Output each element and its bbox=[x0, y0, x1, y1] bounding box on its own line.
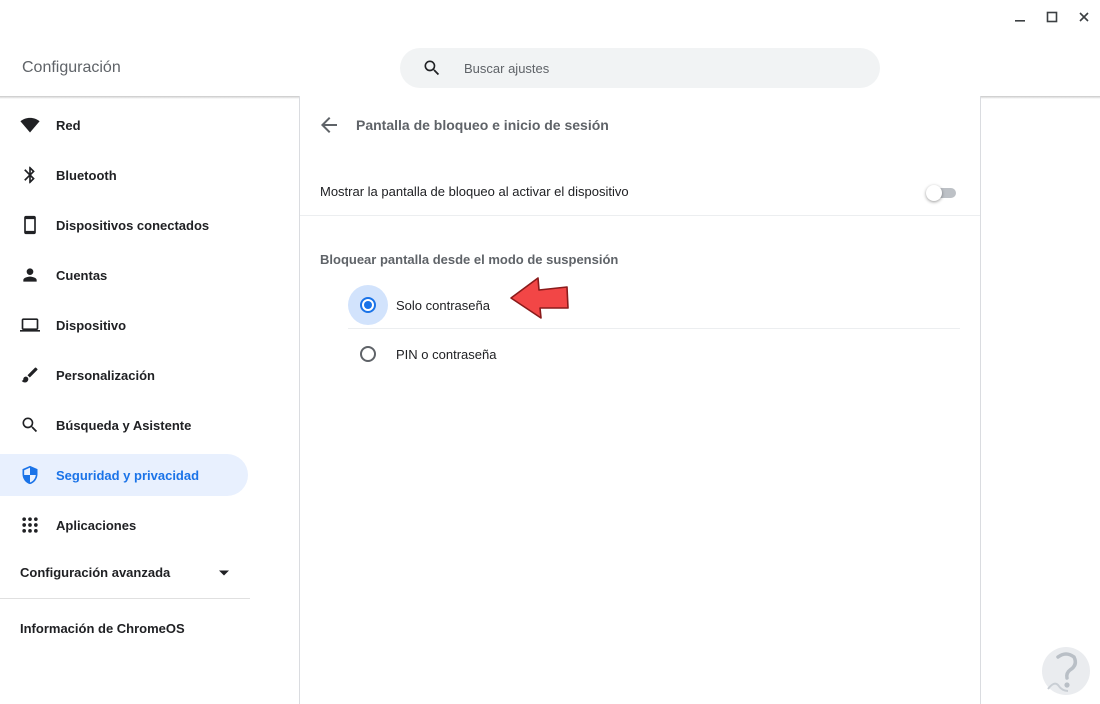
sidebar-item-label: Red bbox=[56, 118, 81, 133]
sidebar: Red Bluetooth Dispositivos conectados Cu… bbox=[0, 99, 250, 704]
phone-icon bbox=[24, 215, 36, 235]
search-icon bbox=[424, 60, 440, 76]
wifi-icon bbox=[20, 117, 40, 133]
lock-screen-toggle[interactable] bbox=[926, 185, 958, 201]
brush-icon bbox=[21, 367, 38, 383]
advanced-settings-label: Configuración avanzada bbox=[20, 565, 171, 580]
sidebar-item-personalizacion[interactable]: Personalización bbox=[0, 354, 248, 396]
radio-option-password-only[interactable]: Solo contraseña bbox=[348, 281, 960, 329]
search-box[interactable] bbox=[400, 48, 880, 88]
sidebar-item-aplicaciones[interactable]: Aplicaciones bbox=[0, 504, 248, 546]
sidebar-item-bluetooth[interactable]: Bluetooth bbox=[0, 154, 248, 196]
page-title: Pantalla de bloqueo e inicio de sesión bbox=[356, 117, 609, 133]
sidebar-item-label: Dispositivo bbox=[56, 318, 127, 333]
sidebar-item-seguridad-privacidad[interactable]: Seguridad y privacidad bbox=[0, 454, 248, 496]
sidebar-item-red[interactable]: Red bbox=[0, 104, 248, 146]
sleep-section-label: Bloquear pantalla desde el modo de suspe… bbox=[320, 252, 619, 267]
sidebar-item-busqueda-asistente[interactable]: Búsqueda y Asistente bbox=[0, 404, 248, 446]
radio-label: PIN o contraseña bbox=[396, 347, 497, 362]
sidebar-item-label: Bluetooth bbox=[56, 168, 117, 183]
about-chromeos-label: Información de ChromeOS bbox=[20, 621, 185, 636]
sidebar-divider bbox=[0, 598, 250, 599]
annotation-arrow-icon bbox=[510, 277, 569, 319]
radio-button-unchecked[interactable] bbox=[360, 346, 376, 362]
sidebar-item-label: Cuentas bbox=[56, 268, 108, 283]
sidebar-item-label: Personalización bbox=[56, 368, 155, 383]
sidebar-item-label: Aplicaciones bbox=[56, 518, 137, 533]
lock-screen-label: Mostrar la pantalla de bloqueo al activa… bbox=[320, 184, 629, 199]
about-chromeos-link[interactable]: Información de ChromeOS bbox=[0, 607, 250, 649]
radio-dot bbox=[364, 301, 372, 309]
caret-down-icon bbox=[219, 570, 229, 576]
header: Configuración bbox=[0, 34, 1100, 96]
sidebar-item-cuentas[interactable]: Cuentas bbox=[0, 254, 248, 296]
lock-screen-row: Mostrar la pantalla de bloqueo al activa… bbox=[300, 168, 980, 216]
title-bar bbox=[0, 0, 1100, 34]
radio-label: Solo contraseña bbox=[396, 298, 490, 313]
settings-card: Pantalla de bloqueo e inicio de sesión M… bbox=[299, 96, 981, 704]
sidebar-item-dispositivos-conectados[interactable]: Dispositivos conectados bbox=[0, 204, 248, 246]
toggle-knob bbox=[926, 185, 942, 201]
bluetooth-icon bbox=[24, 166, 35, 184]
search-input[interactable] bbox=[464, 58, 854, 78]
person-icon bbox=[23, 268, 37, 282]
close-icon[interactable] bbox=[1072, 6, 1096, 28]
sidebar-item-label: Dispositivos conectados bbox=[56, 218, 210, 233]
radio-button-checked[interactable] bbox=[360, 297, 376, 313]
search-icon bbox=[22, 417, 38, 433]
sidebar-item-label: Seguridad y privacidad bbox=[56, 468, 200, 483]
apps-grid-icon bbox=[22, 517, 38, 533]
shield-icon bbox=[22, 465, 38, 485]
sidebar-item-label: Búsqueda y Asistente bbox=[56, 418, 192, 433]
back-arrow-icon[interactable] bbox=[317, 113, 341, 137]
laptop-icon bbox=[20, 318, 40, 332]
minimize-icon[interactable] bbox=[1008, 6, 1032, 28]
advanced-settings-toggle[interactable]: Configuración avanzada bbox=[0, 551, 250, 593]
watermark-logo-icon bbox=[1042, 647, 1090, 695]
radio-option-pin-or-password[interactable]: PIN o contraseña bbox=[348, 330, 960, 378]
maximize-icon[interactable] bbox=[1040, 6, 1064, 28]
app-title: Configuración bbox=[22, 59, 121, 76]
sidebar-item-dispositivo[interactable]: Dispositivo bbox=[0, 304, 248, 346]
